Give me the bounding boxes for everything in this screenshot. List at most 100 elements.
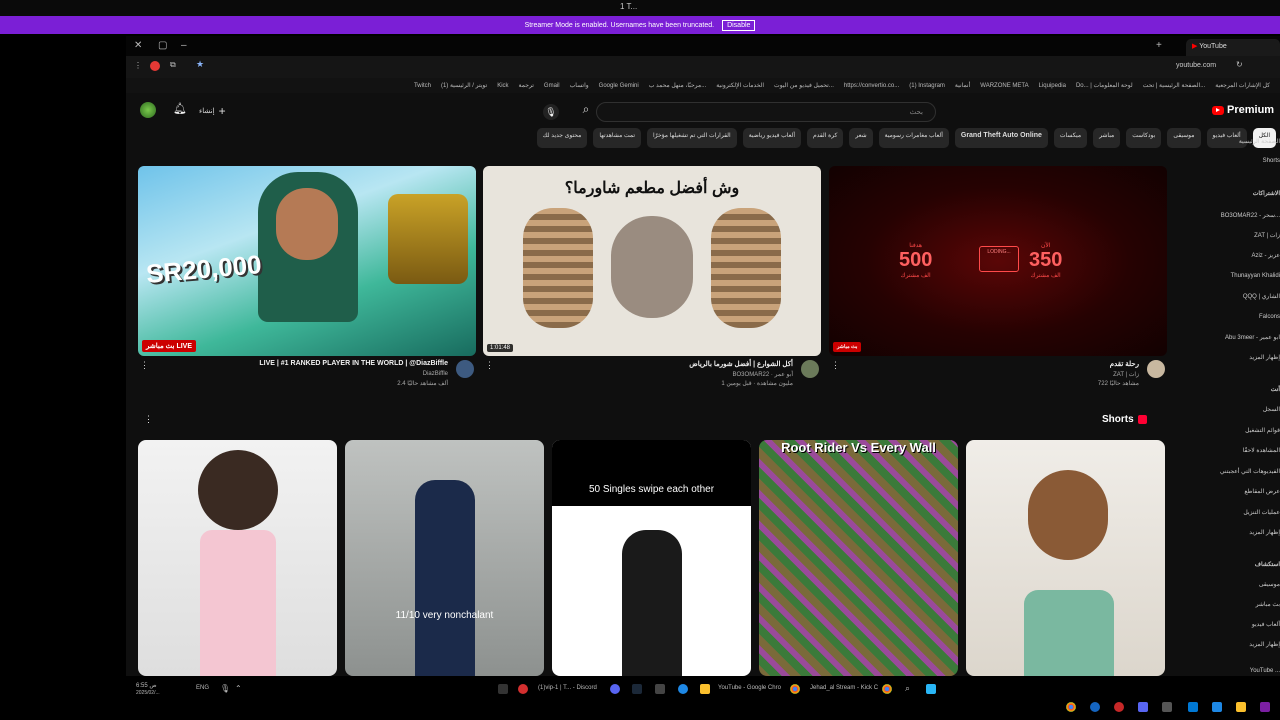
bookmark-item[interactable]: أنمانية — [955, 82, 970, 89]
maximize-icon[interactable]: ▢ — [158, 40, 167, 51]
minimize-icon[interactable]: – — [181, 40, 187, 51]
short-card[interactable]: 50 Singles swipe each other — [552, 440, 751, 676]
chip[interactable]: ألعاب فيديو رياضية — [742, 128, 802, 148]
sidebar-item-liked[interactable]: الفيديوهات التي أعجبتني — [1220, 468, 1280, 475]
bookmark-item[interactable]: https://convertio.co... — [844, 83, 899, 89]
sidebar-item-channel[interactable]: BO3OMAR22 - سحر... — [1221, 212, 1280, 219]
extension-icon[interactable]: ⧉ — [170, 60, 176, 70]
bookmark-star-icon[interactable]: ★ — [196, 59, 204, 70]
chrome-pinned-icon[interactable] — [1066, 702, 1076, 712]
shorts-menu-icon[interactable]: ⋮ — [144, 414, 153, 425]
chip[interactable]: محتوى جديد لك — [536, 128, 588, 148]
record-icon[interactable] — [518, 684, 528, 694]
clock-time[interactable]: 6:55 ص — [136, 682, 157, 689]
sidebar-item-downloads[interactable]: عمليات التنزيل — [1243, 509, 1280, 516]
profile-icon[interactable] — [150, 61, 160, 71]
bookmark-item[interactable]: WARZONE META — [980, 83, 1028, 89]
chrome-icon[interactable] — [790, 684, 800, 694]
taskbar-app-kick[interactable]: Jehad_al Stream - Kick C — [810, 685, 878, 691]
bell-icon[interactable]: 🔔︎ — [173, 102, 187, 115]
chip[interactable]: مباشر — [1093, 128, 1121, 148]
bookmark-item[interactable]: كل الإشارات المرجعية — [1215, 82, 1270, 89]
sidebar-item-channel[interactable]: QQQ | الشاري — [1243, 293, 1280, 300]
pinned-app-icon[interactable] — [1114, 702, 1124, 712]
video-channel[interactable]: DiazBiffle — [423, 371, 448, 377]
chip[interactable]: تمت مشاهدتها — [593, 128, 642, 148]
bookmark-item[interactable]: Twitch — [414, 83, 431, 89]
sidebar-show-more[interactable]: إظهار المزيد — [1249, 641, 1280, 648]
chip-gta[interactable]: Grand Theft Auto Online — [954, 128, 1048, 148]
sidebar-show-more[interactable]: إظهار المزيد — [1249, 529, 1280, 536]
bookmark-item[interactable]: الصفحة الرئيسية | تحت... — [1143, 82, 1206, 89]
bookmark-item[interactable]: Google Gemini — [599, 83, 639, 89]
bookmark-item[interactable]: Kick — [497, 83, 508, 89]
video-thumbnail[interactable]: وش أفضل مطعم شاورما؟ 1:01:48 — [483, 166, 821, 356]
bookmark-item[interactable]: (1) تويتر / الرئيسية — [441, 82, 487, 89]
video-title[interactable]: أكل الشوارع | أفضل شورما بالرياض — [689, 360, 793, 368]
short-card[interactable]: 11/10 very nonchalant — [345, 440, 544, 676]
search-input[interactable]: بحث — [596, 102, 936, 122]
video-thumbnail[interactable]: هدفنا 500 الف مشترك LODING... الآن 350 ا… — [829, 166, 1167, 356]
chrome-icon[interactable] — [882, 684, 892, 694]
chip[interactable]: كرة القدم — [807, 128, 844, 148]
new-tab-icon[interactable]: + — [1156, 40, 1162, 51]
channel-avatar[interactable] — [801, 360, 819, 378]
folder-icon[interactable] — [700, 684, 710, 694]
bookmark-item[interactable]: Liquipedia — [1039, 83, 1066, 89]
sidebar-item-channel[interactable]: Thunayyan Khalidi — [1231, 273, 1280, 279]
sidebar-item-youtube-more[interactable]: YouTube ... — [1250, 668, 1280, 674]
video-channel[interactable]: BO3OMAR22 · أبو عمر — [733, 371, 793, 378]
bookmark-item[interactable]: الخدمات الإلكترونية — [716, 82, 764, 89]
video-card[interactable]: وش أفضل مطعم شاورما؟ 1:01:48 ⋮ أكل الشوا… — [483, 166, 821, 392]
clock-date[interactable]: 2025/02/... — [136, 690, 160, 696]
close-icon[interactable]: ✕ — [134, 40, 142, 51]
bookmark-item[interactable]: ترجمة — [519, 82, 534, 89]
app-icon[interactable] — [678, 684, 688, 694]
sidebar-item-channel[interactable]: Aziz - عزيز — [1251, 252, 1280, 259]
channel-avatar[interactable] — [456, 360, 474, 378]
url-field[interactable]: youtube.com — [1176, 62, 1216, 69]
video-title[interactable]: رحلة تقدم — [1110, 360, 1139, 368]
sidebar-section-you[interactable]: أنت — [1271, 386, 1280, 393]
mic-tray-icon[interactable]: 🎙︎ — [220, 684, 230, 693]
sidebar-section-subscriptions[interactable]: الاشتراكات — [1253, 190, 1280, 197]
chip[interactable]: ميكسات — [1053, 128, 1088, 148]
sidebar-show-more[interactable]: إظهار المزيد — [1249, 354, 1280, 361]
short-card[interactable] — [138, 440, 337, 676]
bookmark-item[interactable]: Do... | لوحة المعلومات — [1076, 82, 1133, 89]
taskbar-app-discord[interactable]: (1)vip-1 | T... - Discord — [538, 685, 597, 691]
pinned-app-icon[interactable] — [1212, 702, 1222, 712]
video-channel[interactable]: ZAT | زات — [1113, 371, 1139, 378]
language-indicator[interactable]: ENG — [196, 685, 209, 691]
youtube-logo[interactable]: Premium — [1212, 104, 1274, 116]
create-button[interactable]: إنشاء + — [199, 104, 226, 118]
steam-icon[interactable] — [632, 684, 642, 694]
folder-pinned-icon[interactable] — [1236, 702, 1246, 712]
bookmark-item[interactable]: مرحبًا، منهل محمد ب... — [649, 82, 707, 89]
bookmark-item[interactable]: واتساب — [570, 82, 589, 89]
more-options-icon[interactable]: ⋮ — [140, 360, 149, 371]
sidebar-item-playlists[interactable]: قوائم التشغيل — [1245, 427, 1280, 434]
sidebar-item-live[interactable]: بث مباشر — [1256, 601, 1280, 608]
bookmark-item[interactable]: (1) Instagram — [909, 83, 945, 89]
back-icon[interactable] — [498, 684, 508, 694]
chip[interactable]: القرارات التي تم تشغيلها مؤخرًا — [647, 128, 737, 148]
sidebar-item-home[interactable]: الصفحة الرئيسية — [1239, 138, 1280, 145]
account-avatar[interactable] — [140, 102, 156, 118]
chip[interactable]: شعر — [849, 128, 873, 148]
video-title[interactable]: LIVE | #1 RANKED PLAYER IN THE WORLD | @… — [259, 360, 448, 367]
video-thumbnail[interactable]: SR20,000 بث مباشر LIVE — [138, 166, 476, 356]
menu-dots-icon[interactable]: ⋮ — [134, 61, 142, 70]
pinned-app-icon[interactable] — [1090, 702, 1100, 712]
windows-start-icon[interactable] — [926, 684, 936, 694]
bookmark-item[interactable]: Gmail — [544, 83, 560, 89]
pinned-app-icon[interactable] — [1188, 702, 1198, 712]
search-icon[interactable]: ⌕ — [905, 683, 910, 694]
chip[interactable]: ألعاب مغامرات رسومية — [878, 128, 949, 148]
address-bar[interactable]: ⋮ ⧉ ★ ↻ youtube.com — [126, 56, 1280, 78]
chevron-up-icon[interactable]: ⌃ — [235, 684, 242, 693]
short-card[interactable]: Root Rider Vs Every Wall — [759, 440, 958, 676]
sidebar-item-music[interactable]: موسيقى — [1259, 581, 1280, 588]
pinned-app-icon[interactable] — [1162, 702, 1172, 712]
discord-icon[interactable] — [610, 684, 620, 694]
